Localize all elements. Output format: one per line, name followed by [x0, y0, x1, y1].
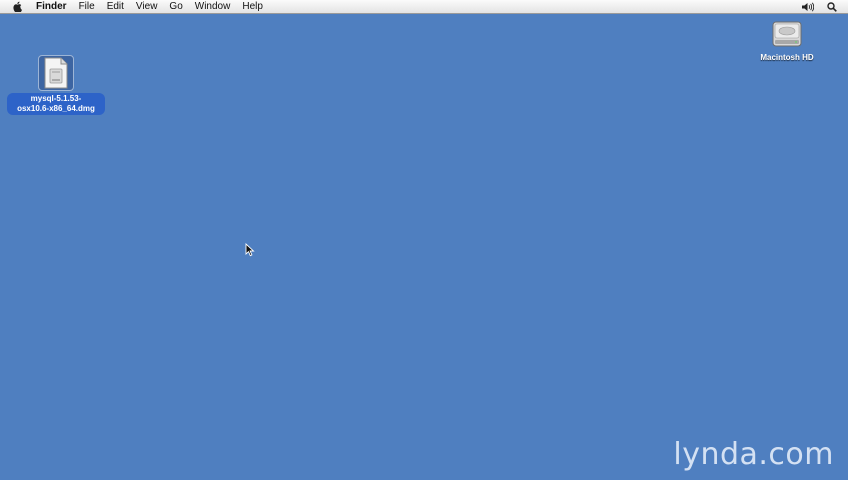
desktop-icon-label: Macintosh HD [760, 53, 814, 62]
watermark-logo: lynda.com [673, 437, 834, 472]
mouse-cursor-icon [245, 242, 255, 257]
disk-image-icon [38, 55, 74, 91]
menu-view[interactable]: View [136, 0, 158, 14]
apple-menu-icon[interactable] [12, 1, 24, 13]
desktop-icon-label: mysql-5.1.53- osx10.6-x86_64.dmg [7, 93, 105, 115]
menu-window[interactable]: Window [195, 0, 231, 14]
spotlight-search-icon[interactable] [826, 1, 838, 13]
menu-help[interactable]: Help [242, 0, 263, 14]
label-line-2: osx10.6-x86_64.dmg [17, 104, 95, 113]
menu-bar: Finder File Edit View Go Window Help [0, 0, 848, 14]
menu-finder[interactable]: Finder [36, 0, 67, 14]
status-area [802, 0, 838, 14]
label-line-1: mysql-5.1.53- [30, 94, 82, 103]
menu-file[interactable]: File [79, 0, 95, 14]
desktop-icon-macintosh-hd[interactable]: Macintosh HD [742, 18, 832, 62]
desktop-icon-dmg[interactable]: mysql-5.1.53- osx10.6-x86_64.dmg [6, 55, 106, 115]
hard-drive-icon [771, 18, 803, 50]
menu-edit[interactable]: Edit [107, 0, 124, 14]
volume-icon[interactable] [802, 1, 814, 13]
menu-go[interactable]: Go [169, 0, 182, 14]
